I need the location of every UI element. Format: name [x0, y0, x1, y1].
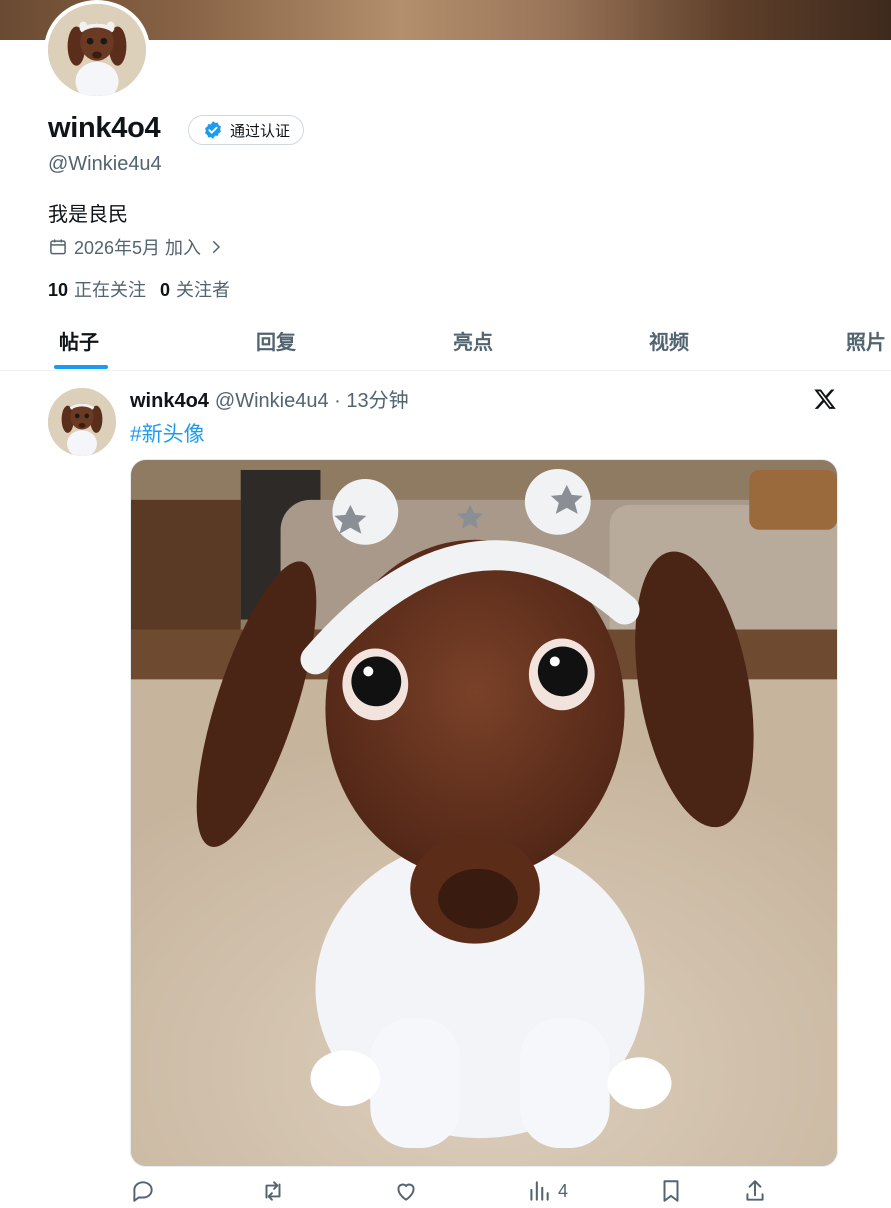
post-header: wink4o4 @Winkie4u4 · 13分钟 [130, 384, 409, 413]
profile-handle: @Winkie4u4 [48, 153, 162, 175]
bookmark-icon [663, 1180, 679, 1202]
views-button[interactable]: 4 [526, 1178, 568, 1204]
following-count: 10 [48, 280, 69, 300]
views-icon [530, 1181, 549, 1201]
avatar[interactable] [44, 0, 150, 100]
display-name: wink4o4 [48, 112, 161, 144]
verified-badge-icon [205, 121, 221, 139]
verified-label: 通过认证 [230, 122, 291, 140]
share-icon [746, 1180, 764, 1201]
profile-tabs: 帖子 回复 亮点 视频 照片 [0, 312, 891, 371]
repost-button[interactable] [260, 1178, 286, 1204]
chevron-right-icon [213, 241, 220, 253]
post-avatar[interactable] [48, 388, 116, 456]
tab-photos[interactable]: 照片 [846, 326, 886, 355]
reply-button[interactable] [130, 1178, 156, 1204]
active-tab-indicator [54, 365, 108, 369]
followers-label: 关注者 [176, 280, 231, 300]
following-link[interactable]: 10 正在关注 [48, 276, 146, 302]
follow-stats: 10 正在关注 0 关注者 [48, 276, 230, 302]
post-author-meta: @Winkie4u4 · 13分钟 [214, 390, 409, 412]
tab-highlights[interactable]: 亮点 [453, 326, 493, 355]
post-actions: 4 [130, 1178, 838, 1208]
bookmark-button[interactable] [658, 1178, 684, 1204]
following-label: 正在关注 [74, 280, 147, 300]
post-hashtag[interactable]: #新头像 [130, 418, 205, 448]
tab-posts[interactable]: 帖子 [59, 326, 99, 355]
calendar-icon [50, 239, 66, 255]
reply-icon [133, 1181, 153, 1202]
repost-icon [265, 1181, 281, 1201]
tab-replies[interactable]: 回复 [256, 326, 296, 355]
post-avatar-image [48, 388, 116, 456]
post-photo [131, 460, 837, 1166]
x-logo-icon [814, 389, 836, 409]
joined-text: 2026年5月 加入 [74, 238, 202, 258]
followers-count: 0 [160, 280, 171, 300]
like-icon [397, 1183, 415, 1201]
post-author-name[interactable]: wink4o4 [130, 390, 209, 413]
tab-videos[interactable]: 视频 [649, 326, 689, 355]
share-button[interactable] [742, 1178, 768, 1204]
verified-button[interactable]: 通过认证 [188, 115, 305, 145]
views-count: 4 [558, 1180, 569, 1201]
profile-bio: 我是良民 [48, 204, 128, 226]
avatar-image [48, 4, 146, 96]
like-button[interactable] [393, 1178, 419, 1204]
post-media[interactable] [130, 459, 838, 1167]
joined-date[interactable]: 2026年5月 加入 [48, 234, 225, 260]
followers-link[interactable]: 0 关注者 [160, 276, 230, 302]
